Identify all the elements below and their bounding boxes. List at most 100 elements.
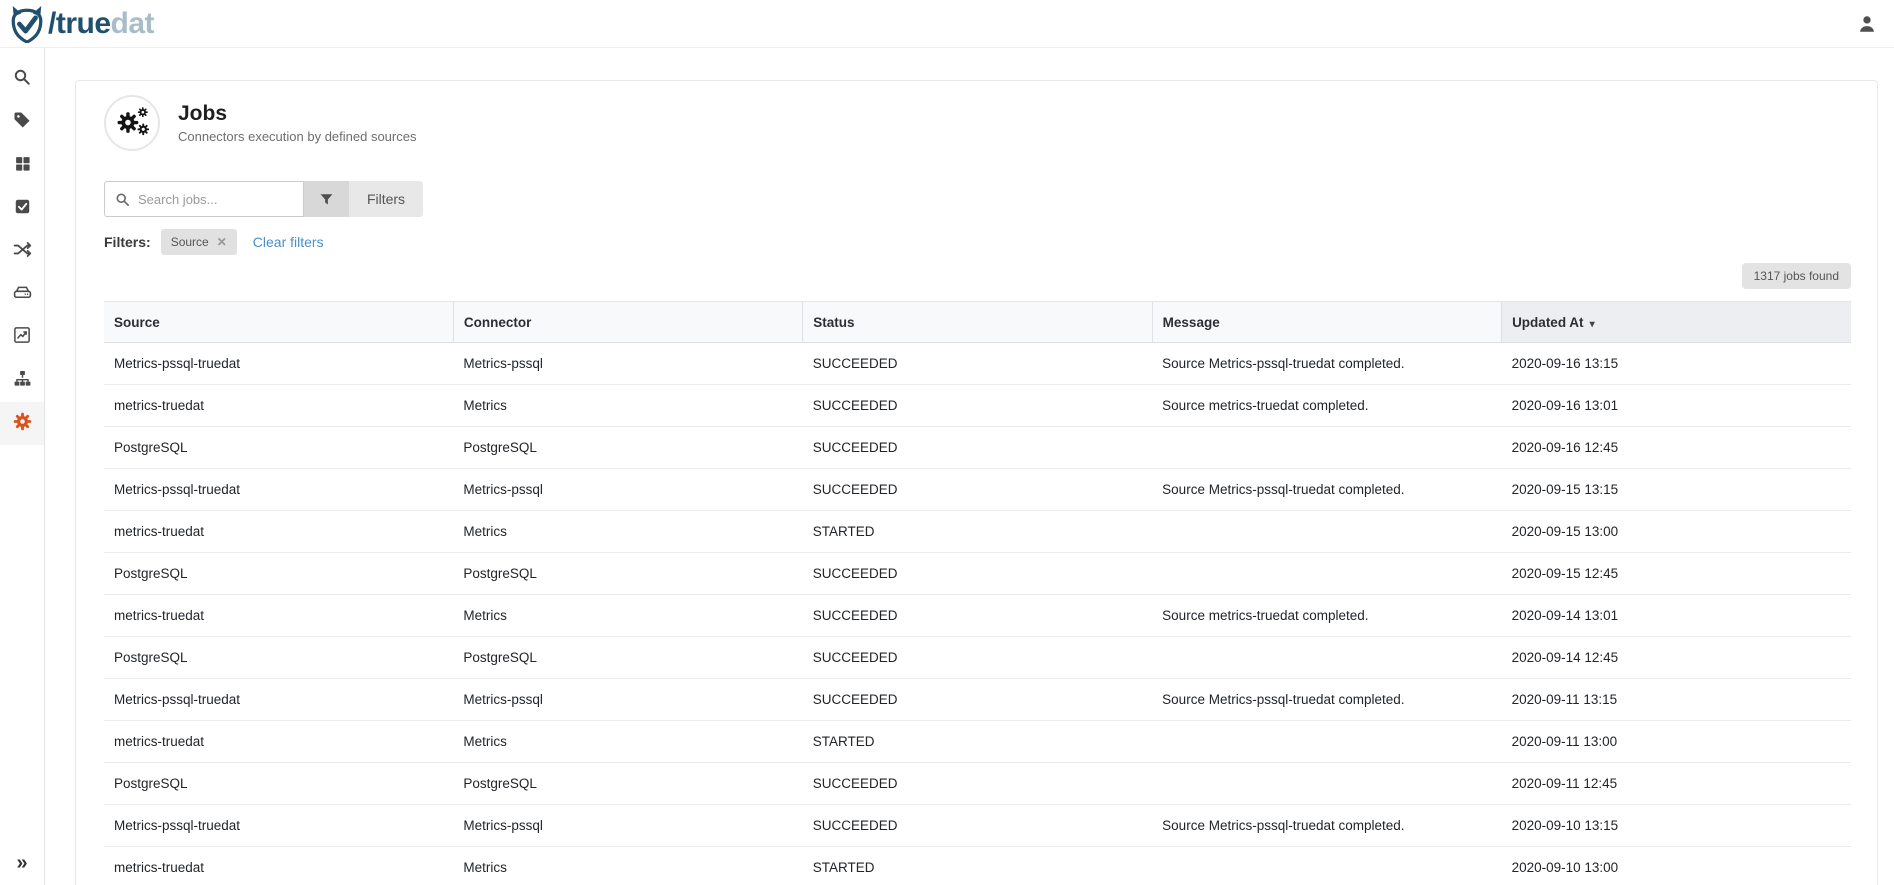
cell-updated-at: 2020-09-15 13:15 — [1502, 469, 1851, 511]
gear-icon — [13, 412, 32, 436]
grid-icon — [14, 155, 31, 177]
filter-chip-source: Source ✕ — [161, 229, 237, 255]
sidebar-item-sources[interactable] — [0, 273, 44, 316]
sidebar-item-grid[interactable] — [0, 144, 44, 187]
main-content: Jobs Connectors execution by defined sou… — [45, 48, 1894, 885]
shuffle-icon — [13, 240, 32, 264]
cell-updated-at: 2020-09-16 13:01 — [1502, 385, 1851, 427]
sidebar-item-shuffle[interactable] — [0, 230, 44, 273]
cell-connector: PostgreSQL — [453, 763, 802, 805]
clear-filters-link[interactable]: Clear filters — [253, 234, 324, 250]
cell-source: metrics-truedat — [104, 721, 453, 763]
column-header-updated-at[interactable]: Updated At▾ — [1502, 302, 1851, 343]
page-title: Jobs — [178, 102, 416, 126]
cell-connector: PostgreSQL — [453, 427, 802, 469]
cell-message: Source Metrics-pssql-truedat completed. — [1152, 679, 1501, 721]
check-square-icon — [14, 198, 31, 220]
chart-line-icon — [13, 326, 31, 349]
table-row[interactable]: PostgreSQL PostgreSQL SUCCEEDED 2020-09-… — [104, 763, 1851, 805]
sidebar-collapse-button[interactable]: » — [0, 841, 44, 885]
applied-filters-row: Filters: Source ✕ Clear filters — [104, 229, 1851, 255]
truedat-logo[interactable]: /truedat — [8, 5, 154, 43]
chip-remove-icon[interactable]: ✕ — [217, 235, 227, 249]
cell-connector: Metrics-pssql — [453, 469, 802, 511]
cell-source: metrics-truedat — [104, 847, 453, 885]
cell-source: metrics-truedat — [104, 595, 453, 637]
table-row[interactable]: PostgreSQL PostgreSQL SUCCEEDED 2020-09-… — [104, 427, 1851, 469]
cell-message — [1152, 763, 1501, 805]
cell-status: STARTED — [803, 847, 1152, 885]
cell-updated-at: 2020-09-16 13:15 — [1502, 343, 1851, 385]
cell-connector: Metrics — [453, 595, 802, 637]
cell-message — [1152, 721, 1501, 763]
hard-drive-icon — [13, 283, 32, 307]
cell-source: PostgreSQL — [104, 427, 453, 469]
cell-message — [1152, 553, 1501, 595]
sitemap-icon — [13, 369, 32, 393]
table-row[interactable]: Metrics-pssql-truedat Metrics-pssql SUCC… — [104, 343, 1851, 385]
filters-label: Filters: — [104, 234, 151, 250]
cell-connector: Metrics — [453, 511, 802, 553]
sidebar-item-search[interactable] — [0, 58, 44, 101]
cell-message — [1152, 637, 1501, 679]
table-row[interactable]: metrics-truedat Metrics STARTED 2020-09-… — [104, 847, 1851, 885]
table-row[interactable]: Metrics-pssql-truedat Metrics-pssql SUCC… — [104, 679, 1851, 721]
sidebar-item-structures[interactable] — [0, 359, 44, 402]
cell-status: SUCCEEDED — [803, 763, 1152, 805]
table-row[interactable]: metrics-truedat Metrics STARTED 2020-09-… — [104, 721, 1851, 763]
jobs-card: Jobs Connectors execution by defined sou… — [75, 80, 1878, 885]
cell-connector: Metrics — [453, 385, 802, 427]
table-row[interactable]: PostgreSQL PostgreSQL SUCCEEDED 2020-09-… — [104, 553, 1851, 595]
page-subtitle: Connectors execution by defined sources — [178, 129, 416, 144]
logo-wordmark: /truedat — [48, 9, 154, 39]
table-row[interactable]: metrics-truedat Metrics SUCCEEDED Source… — [104, 595, 1851, 637]
cell-message: Source metrics-truedat completed. — [1152, 385, 1501, 427]
table-row[interactable]: Metrics-pssql-truedat Metrics-pssql SUCC… — [104, 805, 1851, 847]
cell-updated-at: 2020-09-11 13:15 — [1502, 679, 1851, 721]
search-icon — [115, 192, 130, 207]
cell-connector: Metrics-pssql — [453, 343, 802, 385]
cell-source: PostgreSQL — [104, 553, 453, 595]
table-row[interactable]: metrics-truedat Metrics STARTED 2020-09-… — [104, 511, 1851, 553]
cell-message: Source Metrics-pssql-truedat completed. — [1152, 805, 1501, 847]
cell-connector: Metrics-pssql — [453, 679, 802, 721]
search-input[interactable] — [138, 192, 288, 207]
column-header-connector[interactable]: Connector — [453, 302, 802, 343]
top-navbar: /truedat — [0, 0, 1894, 48]
table-row[interactable]: PostgreSQL PostgreSQL SUCCEEDED 2020-09-… — [104, 637, 1851, 679]
sidebar-item-check[interactable] — [0, 187, 44, 230]
cell-message: Source metrics-truedat completed. — [1152, 595, 1501, 637]
sidebar-item-analytics[interactable] — [0, 316, 44, 359]
column-header-source[interactable]: Source — [104, 302, 453, 343]
cell-source: Metrics-pssql-truedat — [104, 469, 453, 511]
cell-status: STARTED — [803, 721, 1152, 763]
table-row[interactable]: metrics-truedat Metrics SUCCEEDED Source… — [104, 385, 1851, 427]
cell-connector: PostgreSQL — [453, 553, 802, 595]
cell-status: SUCCEEDED — [803, 595, 1152, 637]
user-icon[interactable] — [1856, 13, 1878, 35]
cell-status: SUCCEEDED — [803, 679, 1152, 721]
cell-status: SUCCEEDED — [803, 469, 1152, 511]
column-header-message[interactable]: Message — [1152, 302, 1501, 343]
sort-desc-icon: ▾ — [1590, 319, 1595, 330]
cell-updated-at: 2020-09-16 12:45 — [1502, 427, 1851, 469]
sidebar-item-admin[interactable] — [0, 402, 44, 445]
filters-button[interactable]: Filters — [349, 181, 423, 217]
cell-connector: Metrics — [453, 847, 802, 885]
cell-updated-at: 2020-09-14 13:01 — [1502, 595, 1851, 637]
search-icon — [13, 68, 31, 91]
cell-status: SUCCEEDED — [803, 385, 1152, 427]
filter-funnel-button[interactable] — [304, 181, 349, 217]
cell-updated-at: 2020-09-14 12:45 — [1502, 637, 1851, 679]
sidebar-item-tags[interactable] — [0, 101, 44, 144]
table-row[interactable]: Metrics-pssql-truedat Metrics-pssql SUCC… — [104, 469, 1851, 511]
column-header-status[interactable]: Status — [803, 302, 1152, 343]
cell-source: Metrics-pssql-truedat — [104, 679, 453, 721]
cell-source: Metrics-pssql-truedat — [104, 805, 453, 847]
cell-source: PostgreSQL — [104, 637, 453, 679]
cell-status: SUCCEEDED — [803, 553, 1152, 595]
cell-updated-at: 2020-09-11 13:00 — [1502, 721, 1851, 763]
cell-status: SUCCEEDED — [803, 805, 1152, 847]
tag-icon — [13, 111, 31, 134]
cell-status: SUCCEEDED — [803, 637, 1152, 679]
